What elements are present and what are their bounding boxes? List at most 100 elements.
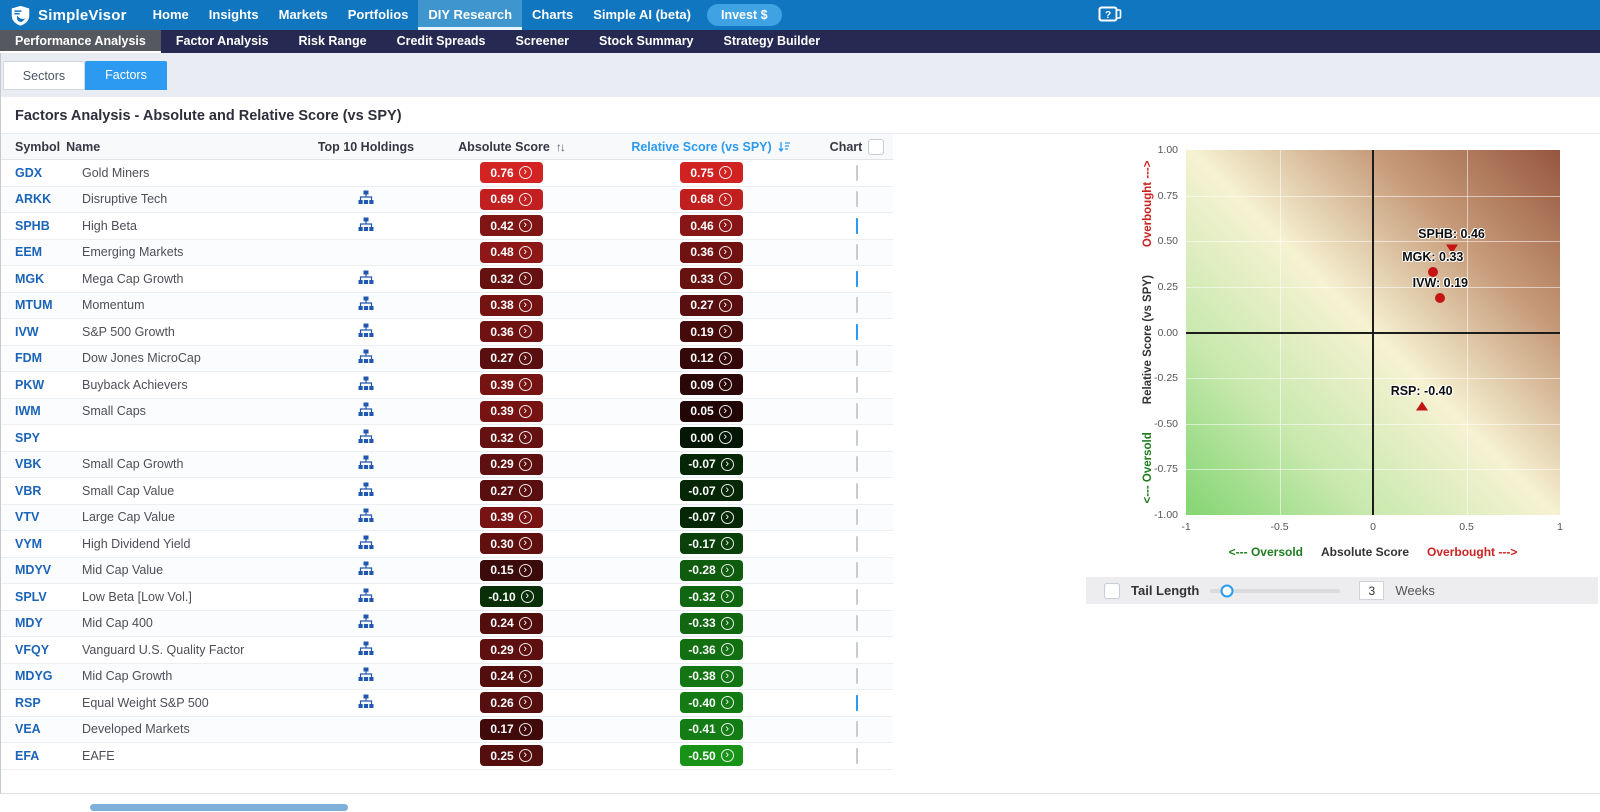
tab-sectors[interactable]: Sectors bbox=[3, 61, 85, 90]
chart-checkbox[interactable] bbox=[856, 695, 858, 711]
chart-checkbox[interactable] bbox=[856, 350, 858, 366]
symbol-cell[interactable]: MDYG bbox=[1, 669, 82, 683]
absolute-score-badge[interactable]: 0.24› bbox=[480, 666, 543, 687]
symbol-cell[interactable]: ARKK bbox=[1, 192, 82, 206]
top10-holdings-icon[interactable] bbox=[358, 217, 374, 232]
subnav-item-performance-analysis[interactable]: Performance Analysis bbox=[0, 30, 161, 53]
symbol-cell[interactable]: MGK bbox=[1, 272, 82, 286]
relative-score-badge[interactable]: -0.33› bbox=[680, 613, 743, 634]
header-symbol[interactable]: Symbol bbox=[15, 140, 60, 154]
symbol-cell[interactable]: FDM bbox=[1, 351, 82, 365]
absolute-score-badge[interactable]: 0.17› bbox=[480, 719, 543, 740]
relative-score-badge[interactable]: 0.46› bbox=[680, 215, 743, 236]
invest-button[interactable]: Invest $ bbox=[707, 4, 782, 26]
top10-holdings-icon[interactable] bbox=[358, 296, 374, 311]
absolute-score-badge[interactable]: 0.39› bbox=[480, 374, 543, 395]
chart-checkbox[interactable] bbox=[856, 165, 858, 181]
top10-holdings-icon[interactable] bbox=[358, 349, 374, 364]
top10-holdings-icon[interactable] bbox=[358, 535, 374, 550]
relative-score-badge[interactable]: -0.07› bbox=[680, 480, 743, 501]
sort-desc-icon[interactable] bbox=[778, 141, 791, 153]
chart-checkbox[interactable] bbox=[856, 642, 858, 658]
relative-score-badge[interactable]: -0.07› bbox=[680, 454, 743, 475]
header-absolute-score[interactable]: Absolute Score bbox=[458, 140, 550, 154]
top10-holdings-icon[interactable] bbox=[358, 561, 374, 576]
chart-checkbox[interactable] bbox=[856, 244, 858, 260]
relative-score-badge[interactable]: 0.75› bbox=[680, 162, 743, 183]
absolute-score-badge[interactable]: 0.39› bbox=[480, 401, 543, 422]
subnav-item-risk-range[interactable]: Risk Range bbox=[284, 30, 382, 53]
symbol-cell[interactable]: MDYV bbox=[1, 563, 82, 577]
chart-checkbox[interactable] bbox=[856, 483, 858, 499]
chart-checkbox[interactable] bbox=[856, 589, 858, 605]
relative-score-badge[interactable]: 0.36› bbox=[680, 242, 743, 263]
slider-thumb[interactable] bbox=[1221, 584, 1234, 597]
subnav-item-stock-summary[interactable]: Stock Summary bbox=[584, 30, 708, 53]
top10-holdings-icon[interactable] bbox=[358, 641, 374, 656]
symbol-cell[interactable]: SPHB bbox=[1, 219, 82, 233]
symbol-cell[interactable]: VYM bbox=[1, 537, 82, 551]
nav-item-diy-research[interactable]: DIY Research bbox=[418, 0, 522, 30]
symbol-cell[interactable]: RSP bbox=[1, 696, 82, 710]
sort-updown-icon[interactable]: ↑↓ bbox=[556, 140, 564, 154]
absolute-score-badge[interactable]: -0.10› bbox=[480, 586, 543, 607]
absolute-score-badge[interactable]: 0.69› bbox=[480, 189, 543, 210]
top10-holdings-icon[interactable] bbox=[358, 667, 374, 682]
nav-item-simple-ai-beta[interactable]: Simple AI (beta) bbox=[583, 0, 701, 30]
absolute-score-badge[interactable]: 0.36› bbox=[480, 321, 543, 342]
chart-checkbox[interactable] bbox=[856, 721, 858, 737]
absolute-score-badge[interactable]: 0.42› bbox=[480, 215, 543, 236]
header-chart-checkbox[interactable] bbox=[868, 139, 884, 155]
symbol-cell[interactable]: MDY bbox=[1, 616, 82, 630]
help-icon[interactable]: ? bbox=[1098, 6, 1122, 29]
tail-length-checkbox[interactable] bbox=[1104, 583, 1120, 599]
chart-checkbox[interactable] bbox=[856, 403, 858, 419]
top10-holdings-icon[interactable] bbox=[358, 588, 374, 603]
chart-checkbox[interactable] bbox=[856, 430, 858, 446]
brand[interactable]: SimpleVisor bbox=[10, 5, 127, 26]
tail-length-value[interactable]: 3 bbox=[1359, 581, 1384, 600]
chart-checkbox[interactable] bbox=[856, 562, 858, 578]
chart-checkbox[interactable] bbox=[856, 615, 858, 631]
chart-checkbox[interactable] bbox=[856, 271, 858, 287]
symbol-cell[interactable]: VBK bbox=[1, 457, 82, 471]
header-relative-score[interactable]: Relative Score (vs SPY) bbox=[631, 140, 771, 154]
relative-score-badge[interactable]: -0.32› bbox=[680, 586, 743, 607]
absolute-score-badge[interactable]: 0.30› bbox=[480, 533, 543, 554]
relative-score-badge[interactable]: 0.33› bbox=[680, 268, 743, 289]
subnav-item-strategy-builder[interactable]: Strategy Builder bbox=[709, 30, 836, 53]
absolute-score-badge[interactable]: 0.29› bbox=[480, 639, 543, 660]
relative-score-badge[interactable]: -0.36› bbox=[680, 639, 743, 660]
symbol-cell[interactable]: IWM bbox=[1, 404, 82, 418]
top10-holdings-icon[interactable] bbox=[358, 190, 374, 205]
relative-score-badge[interactable]: -0.41› bbox=[680, 719, 743, 740]
absolute-score-badge[interactable]: 0.39› bbox=[480, 507, 543, 528]
chart-checkbox[interactable] bbox=[856, 218, 858, 234]
header-name[interactable]: Name bbox=[66, 140, 100, 154]
nav-item-home[interactable]: Home bbox=[143, 0, 199, 30]
subnav-item-screener[interactable]: Screener bbox=[501, 30, 585, 53]
symbol-cell[interactable]: SPY bbox=[1, 431, 82, 445]
relative-score-badge[interactable]: 0.19› bbox=[680, 321, 743, 342]
symbol-cell[interactable]: IVW bbox=[1, 325, 82, 339]
relative-score-badge[interactable]: -0.38› bbox=[680, 666, 743, 687]
nav-item-markets[interactable]: Markets bbox=[269, 0, 338, 30]
nav-item-charts[interactable]: Charts bbox=[522, 0, 583, 30]
top10-holdings-icon[interactable] bbox=[358, 402, 374, 417]
top10-holdings-icon[interactable] bbox=[358, 508, 374, 523]
symbol-cell[interactable]: VBR bbox=[1, 484, 82, 498]
relative-score-badge[interactable]: 0.00› bbox=[680, 427, 743, 448]
chart-checkbox[interactable] bbox=[856, 668, 858, 684]
chart-checkbox[interactable] bbox=[856, 324, 858, 340]
symbol-cell[interactable]: PKW bbox=[1, 378, 82, 392]
relative-score-badge[interactable]: 0.12› bbox=[680, 348, 743, 369]
symbol-cell[interactable]: VTV bbox=[1, 510, 82, 524]
relative-score-badge[interactable]: -0.17› bbox=[680, 533, 743, 554]
tail-length-slider[interactable] bbox=[1210, 589, 1340, 593]
top10-holdings-icon[interactable] bbox=[358, 323, 374, 338]
absolute-score-badge[interactable]: 0.29› bbox=[480, 454, 543, 475]
data-point-ivw[interactable] bbox=[1435, 293, 1445, 303]
relative-score-badge[interactable]: -0.40› bbox=[680, 692, 743, 713]
top10-holdings-icon[interactable] bbox=[358, 482, 374, 497]
symbol-cell[interactable]: GDX bbox=[1, 166, 82, 180]
